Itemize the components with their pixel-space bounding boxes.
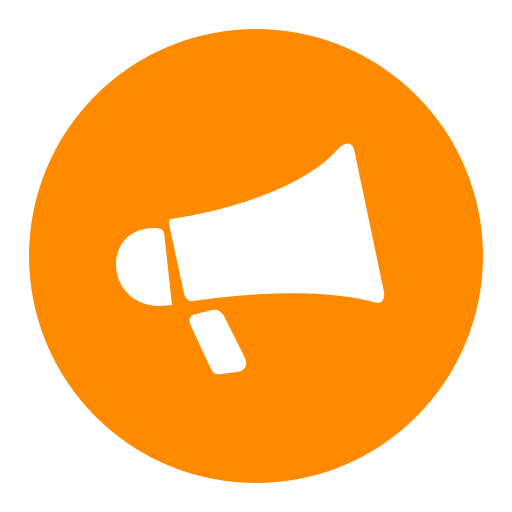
app-icon-canvas — [0, 0, 512, 512]
megaphone-app-icon[interactable] — [0, 0, 512, 512]
